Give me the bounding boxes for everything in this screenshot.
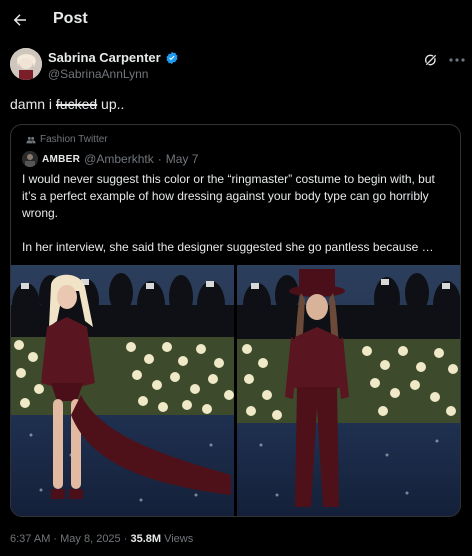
views-count: 35.8M bbox=[130, 533, 162, 545]
grok-icon[interactable] bbox=[423, 52, 439, 68]
back-button[interactable] bbox=[8, 8, 32, 32]
quoted-author-row: AMBER @Amberkhtk · May 7 bbox=[22, 151, 198, 167]
quoted-avatar[interactable] bbox=[22, 151, 38, 167]
verified-badge-icon bbox=[166, 51, 178, 64]
quoted-paragraph-1: I would never suggest this color or the … bbox=[22, 172, 435, 220]
media-photo-1[interactable] bbox=[11, 265, 234, 516]
quoted-author-name[interactable]: AMBER bbox=[42, 154, 80, 165]
quoted-author-handle[interactable]: @Amberkhtk bbox=[84, 152, 154, 166]
avatar[interactable] bbox=[10, 48, 42, 80]
post-meta: 6:37 AM · May 8, 2025 · 35.8M Views bbox=[10, 533, 193, 545]
author-name-text: Sabrina Carpenter bbox=[48, 50, 161, 65]
media-grid bbox=[11, 265, 460, 516]
author-name[interactable]: Sabrina Carpenter bbox=[48, 50, 179, 65]
more-icon[interactable] bbox=[447, 50, 467, 70]
community-label[interactable]: Fashion Twitter bbox=[26, 134, 108, 145]
quoted-date[interactable]: May 7 bbox=[166, 152, 199, 166]
post-text-before: damn i bbox=[10, 96, 56, 112]
community-name: Fashion Twitter bbox=[40, 134, 108, 145]
author-handle[interactable]: @SabrinaAnnLynn bbox=[48, 67, 148, 81]
post-timestamp[interactable]: 6:37 AM · May 8, 2025 · bbox=[10, 533, 130, 545]
back-arrow-icon bbox=[13, 14, 26, 26]
quoted-separator: · bbox=[157, 152, 162, 166]
post-text-after: up.. bbox=[97, 96, 125, 112]
post-text-struck: fucked bbox=[55, 96, 98, 112]
quoted-paragraph-2: In her interview, she said the designer … bbox=[22, 240, 434, 254]
top-bar: Post bbox=[0, 0, 472, 40]
quoted-text: I would never suggest this color or the … bbox=[22, 171, 452, 256]
community-icon bbox=[26, 136, 36, 143]
quoted-post-card[interactable]: Fashion Twitter AMBER @Amberkhtk · May 7… bbox=[10, 124, 461, 517]
author-row: Sabrina Carpenter @SabrinaAnnLynn bbox=[10, 48, 466, 88]
post-text: damn i fucked up.. bbox=[10, 96, 124, 112]
media-photo-2[interactable] bbox=[237, 265, 460, 516]
views-label: Views bbox=[161, 533, 194, 545]
page-title: Post bbox=[53, 10, 88, 27]
